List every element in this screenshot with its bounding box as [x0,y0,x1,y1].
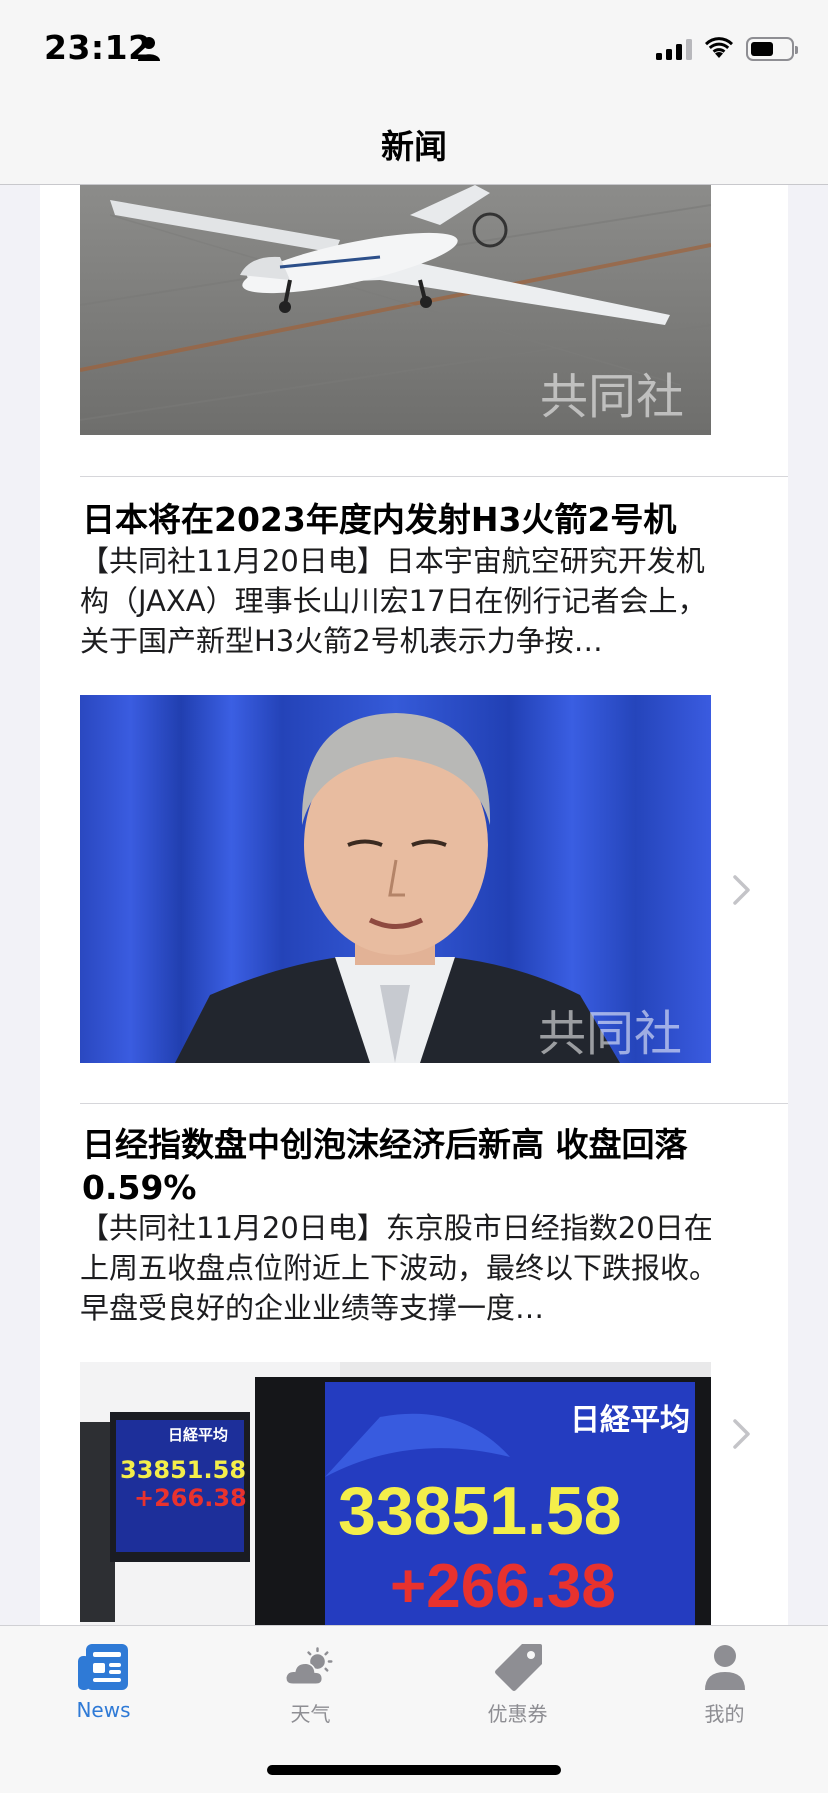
drone-news-image[interactable]: 共同社 [80,185,711,435]
navigation-bar: 新闻 [0,100,828,185]
article-summary[interactable]: 【共同社11月20日电】日本宇宙航空研究开发机构（JAXA）理事长山川宏17日在… [80,541,720,661]
tab-label: 天气 [290,1702,331,1726]
tab-label: News [76,1698,131,1722]
large-board-title: 日経平均 [570,1403,690,1438]
article-headline[interactable]: 日本将在2023年度内发射H3火箭2号机 [82,498,722,541]
small-board-value: 33851.58 [120,1456,246,1484]
tag-icon [495,1644,542,1691]
news-list[interactable]: 共同社 日本将在2023年度内发射H3火箭2号机 【共同社11月20日电】日本宇… [40,185,788,1625]
newspaper-icon [78,1644,128,1690]
nikkei-news-image[interactable]: 日経平均 33851.58 +266.38 日経平均 33851.58 +266… [80,1362,711,1625]
person-icon [705,1645,745,1690]
tab-label: 优惠券 [487,1702,548,1726]
watermark: 共同社 [540,369,684,425]
large-board-value: 33851.58 [338,1473,622,1549]
home-indicator[interactable] [267,1765,561,1775]
tab-weather[interactable]: 天气 [207,1626,414,1736]
separator [80,476,788,477]
person-status-icon [138,37,160,61]
small-board-title: 日経平均 [168,1426,228,1444]
article-headline[interactable]: 日经指数盘中创泡沫经济后新高 收盘回落0.59% [82,1123,722,1209]
large-board-change: +266.38 [390,1552,616,1621]
tab-profile[interactable]: 我的 [621,1626,828,1736]
small-board-change: +266.38 [134,1484,247,1512]
tab-label: 我的 [704,1702,745,1726]
cellular-signal-icon [656,38,692,60]
wifi-icon [705,37,733,58]
jaxa-news-image[interactable]: 共同社 [80,695,711,1063]
article-summary[interactable]: 【共同社11月20日电】东京股市日经指数20日在上周五收盘点位附近上下波动，最终… [80,1208,720,1328]
status-bar: 23:12 [0,0,828,100]
status-time: 23:12 [44,28,152,67]
chevron-right-icon[interactable] [731,1417,753,1451]
chevron-right-icon[interactable] [731,873,753,907]
tab-coupons[interactable]: 优惠券 [414,1626,621,1736]
separator [80,1103,788,1104]
watermark: 共同社 [538,1006,682,1062]
page-title: 新闻 [381,127,447,166]
tab-news[interactable]: News [0,1626,207,1736]
battery-icon [746,37,798,61]
cloud-sun-icon [285,1647,333,1686]
